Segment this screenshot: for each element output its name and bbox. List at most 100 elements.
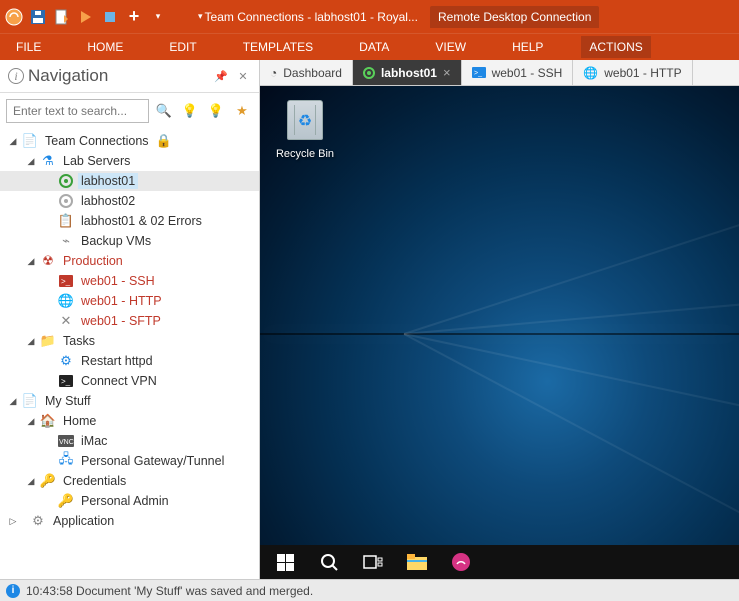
menu-templates[interactable]: TEMPLATES	[235, 36, 321, 58]
tree-web01-ssh[interactable]: >_ web01 - SSH	[0, 271, 259, 291]
menu-view[interactable]: VIEW	[427, 36, 474, 58]
navigation-search-row: 🔍 💡 💡 ★	[0, 93, 259, 129]
task-icon: ⌁	[58, 233, 74, 249]
pin-icon[interactable]: 📌	[213, 68, 229, 84]
tab-label: web01 - SSH	[492, 66, 563, 80]
connected-icon	[58, 173, 74, 189]
svg-text:>_: >_	[61, 277, 71, 286]
tab-web01-ssh[interactable]: >_ web01 - SSH	[462, 60, 574, 85]
script-icon[interactable]	[52, 7, 72, 27]
tree-application[interactable]: ▷ ⚙ Application	[0, 511, 259, 531]
svg-text:>_: >_	[61, 377, 71, 386]
tree-credentials[interactable]: ◢ 🔑 Credentials	[0, 471, 259, 491]
search-icon[interactable]: 🔍	[153, 100, 175, 122]
tree-personal-admin[interactable]: 🔑 Personal Admin	[0, 491, 259, 511]
expander-icon[interactable]: ◢	[26, 156, 36, 167]
bulb-grey-icon[interactable]: 💡	[205, 100, 227, 122]
menu-home[interactable]: HOME	[79, 36, 131, 58]
tree-tasks[interactable]: ◢ 📁 Tasks	[0, 331, 259, 351]
tree-label: Production	[60, 253, 126, 269]
lock-icon: 🔒	[156, 133, 172, 149]
start-button[interactable]	[274, 551, 296, 573]
navigation-title: Navigation	[28, 66, 207, 86]
tree-labhost-errors[interactable]: 📋 labhost01 & 02 Errors	[0, 211, 259, 231]
tab-label: Dashboard	[283, 66, 342, 80]
stop-icon[interactable]	[100, 7, 120, 27]
tree-label: iMac	[78, 433, 110, 449]
add-icon[interactable]: +	[124, 7, 144, 27]
session-tabs: ◔ Dashboard labhost01 × >_ web01 - SSH 🌐…	[260, 60, 739, 86]
menu-edit[interactable]: EDIT	[161, 36, 204, 58]
desktop-icon-label: Recycle Bin	[276, 148, 334, 160]
windows-taskbar	[260, 545, 739, 579]
bulb-yellow-icon[interactable]: 💡	[179, 100, 201, 122]
search-input[interactable]	[6, 99, 149, 123]
tab-dashboard[interactable]: ◔ Dashboard	[260, 60, 353, 85]
remote-desktop-view[interactable]: ♻ Recycle Bin	[260, 86, 739, 579]
tree-web01-http[interactable]: 🌐 web01 - HTTP	[0, 291, 259, 311]
expander-icon[interactable]: ◢	[26, 256, 36, 267]
svg-text:VNC: VNC	[59, 439, 74, 446]
close-icon[interactable]: ×	[443, 65, 451, 80]
task-view-icon[interactable]	[362, 551, 384, 573]
tree-personal-gateway[interactable]: 🖧 Personal Gateway/Tunnel	[0, 451, 259, 471]
document-tab-rdc[interactable]: Remote Desktop Connection	[430, 6, 599, 28]
play-icon[interactable]	[76, 7, 96, 27]
expander-icon[interactable]: ◢	[8, 396, 18, 407]
disconnected-icon	[58, 193, 74, 209]
tab-label: labhost01	[381, 66, 437, 80]
rdp-icon	[363, 67, 375, 79]
tree-my-stuff[interactable]: ◢ 📄 My Stuff	[0, 391, 259, 411]
tab-labhost01[interactable]: labhost01 ×	[353, 60, 462, 85]
navigation-panel: i Navigation 📌 ✕ 🔍 💡 💡 ★ ◢ 📄 Team Connec…	[0, 60, 260, 579]
app-pinned-icon[interactable]	[450, 551, 472, 573]
document-tab-label: Team Connections - labhost01 - Royal...	[205, 10, 418, 24]
tree-imac[interactable]: VNC iMac	[0, 431, 259, 451]
cortana-search-icon[interactable]	[318, 551, 340, 573]
desktop-icon-recycle-bin[interactable]: ♻ Recycle Bin	[270, 100, 340, 162]
radiation-icon: ☢	[40, 253, 56, 269]
tree-web01-sftp[interactable]: ✕ web01 - SFTP	[0, 311, 259, 331]
expander-icon[interactable]: ▷	[8, 516, 18, 527]
menu-file[interactable]: FILE	[8, 36, 49, 58]
tree-backup-vms[interactable]: ⌁ Backup VMs	[0, 231, 259, 251]
tree-production[interactable]: ◢ ☢ Production	[0, 251, 259, 271]
content-area: ◔ Dashboard labhost01 × >_ web01 - SSH 🌐…	[260, 60, 739, 579]
document-icon: 📄	[22, 133, 38, 149]
tree-label: Personal Admin	[78, 493, 172, 509]
expander-icon[interactable]: ◢	[26, 336, 36, 347]
tree-lab-servers[interactable]: ◢ ⚗ Lab Servers	[0, 151, 259, 171]
tab-web01-http[interactable]: 🌐 web01 - HTTP	[573, 60, 692, 85]
app-icon	[4, 7, 24, 27]
tree-labhost01[interactable]: labhost01	[0, 171, 259, 191]
save-icon[interactable]	[28, 7, 48, 27]
http-icon: 🌐	[583, 66, 598, 80]
tree-label: labhost01	[78, 173, 138, 189]
star-icon[interactable]: ★	[231, 100, 253, 122]
document-tab-team-connections[interactable]: ▾ Team Connections - labhost01 - Royal..…	[190, 6, 426, 28]
tree-connect-vpn[interactable]: >_ Connect VPN	[0, 371, 259, 391]
svg-text:>_: >_	[474, 70, 482, 77]
tree-label: web01 - SFTP	[78, 313, 164, 329]
tree-team-connections[interactable]: ◢ 📄 Team Connections 🔒	[0, 131, 259, 151]
menu-actions[interactable]: ACTIONS	[581, 36, 650, 58]
quickaccess-dropdown-icon[interactable]: ▾	[148, 7, 168, 27]
statusbar: i 10:43:58 Document 'My Stuff' was saved…	[0, 579, 739, 601]
tree-home[interactable]: ◢ 🏠 Home	[0, 411, 259, 431]
menu-data[interactable]: DATA	[351, 36, 397, 58]
tree-label: Home	[60, 413, 99, 429]
file-explorer-icon[interactable]	[406, 551, 428, 573]
expander-icon[interactable]: ◢	[26, 416, 36, 427]
tree-label: labhost02	[78, 193, 138, 209]
close-panel-icon[interactable]: ✕	[235, 68, 251, 84]
tree-restart-httpd[interactable]: ⚙ Restart httpd	[0, 351, 259, 371]
tree-label: web01 - HTTP	[78, 293, 165, 309]
expander-icon[interactable]: ◢	[8, 136, 18, 147]
menu-help[interactable]: HELP	[504, 36, 551, 58]
tree-labhost02[interactable]: labhost02	[0, 191, 259, 211]
flask-icon: ⚗	[40, 153, 56, 169]
info-icon: i	[6, 584, 20, 598]
tree-label: Tasks	[60, 333, 98, 349]
tree-label: Personal Gateway/Tunnel	[78, 453, 227, 469]
expander-icon[interactable]: ◢	[26, 476, 36, 487]
